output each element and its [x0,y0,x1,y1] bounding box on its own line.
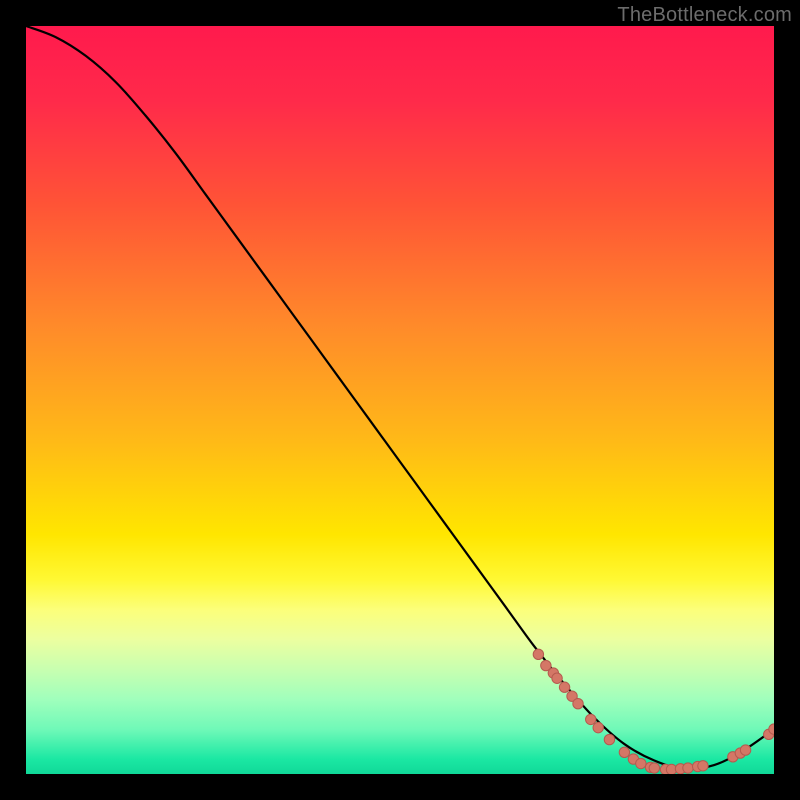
data-point [593,722,603,732]
data-point [533,649,543,659]
data-point [559,682,569,692]
data-point [636,758,646,768]
data-point [586,714,596,724]
plot-area [26,26,774,774]
data-point [649,763,659,773]
data-point [740,745,750,755]
watermark-text: TheBottleneck.com [617,4,792,27]
curve-layer [26,26,774,774]
scatter-dots [533,649,774,774]
data-point [698,761,708,771]
data-point [619,747,629,757]
data-point [604,734,614,744]
bottleneck-curve [26,26,774,769]
data-point [552,673,562,683]
chart-frame: TheBottleneck.com [0,0,800,800]
data-point [683,763,693,773]
data-point [573,698,583,708]
